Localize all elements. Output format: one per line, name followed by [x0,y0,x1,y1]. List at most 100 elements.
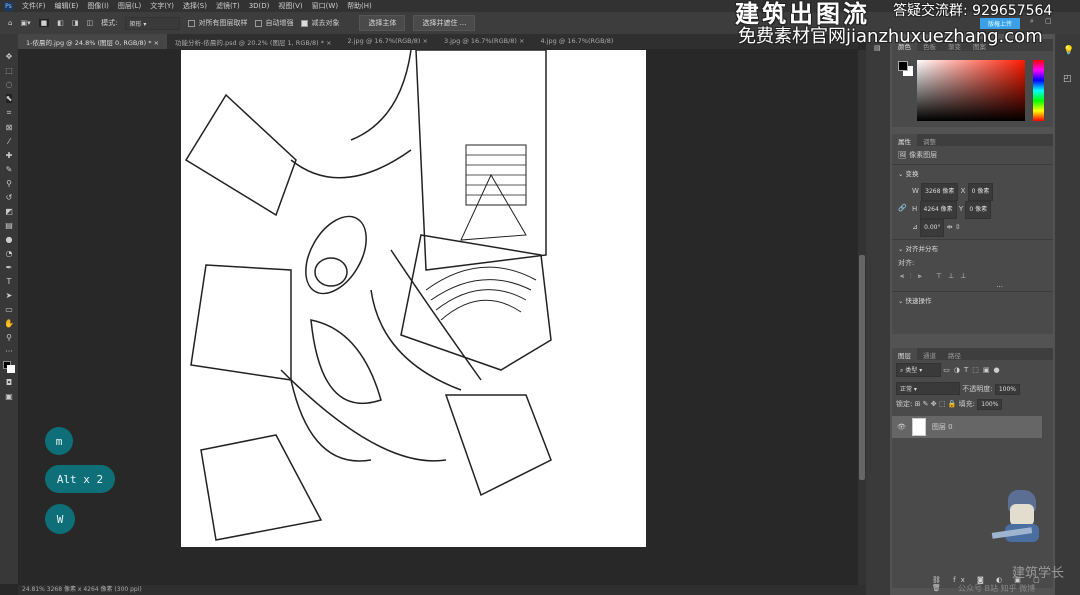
menu-3d[interactable]: 3D(D) [249,2,270,10]
brush-tool-icon[interactable]: ✎ [6,165,13,174]
x-field[interactable]: 0 像素 [967,183,994,201]
menu-select[interactable]: 选择(S) [183,1,207,11]
pixel-layer-icon: 🖼 [898,151,907,159]
link-icon[interactable]: 🔗 [898,201,907,215]
height-field[interactable]: 4264 像素 [919,201,957,219]
mode-select[interactable]: 矩形 ▾ [125,16,181,30]
document-canvas[interactable] [181,49,646,547]
stamp-tool-icon[interactable]: ⚲ [6,179,12,188]
screen-mode-icon[interactable]: ▣ [5,392,13,401]
scrollbar-thumb[interactable] [859,255,865,480]
fill-field[interactable]: 100% [977,399,1003,410]
layer-filter-select[interactable]: ⌕ 类型 ▾ [896,363,941,377]
width-field[interactable]: 3268 像素 [921,183,959,201]
intersect-selection-icon[interactable]: ◫ [86,19,93,27]
lock-icons[interactable]: ⊞ ✎ ✥ ⬚ 🔒 [915,400,957,408]
document-tabs: 1-侬晨的.jpg @ 24.8% (图层 0, RGB/8) * × 功能分析… [18,34,858,49]
menu-type[interactable]: 文字(Y) [150,1,174,11]
new-selection-icon[interactable]: ■ [38,19,50,27]
menu-view[interactable]: 视图(V) [278,1,302,11]
tab-document-2[interactable]: 功能分析-侬晨的.psd @ 20.2% (图层 1, RGB/8) * × [167,34,339,49]
watermark-corner-sub: 公众号 B站 知乎 微博 [958,584,1036,593]
tab-paths[interactable]: 路径 [942,348,967,360]
menu-window[interactable]: 窗口(W) [312,1,338,11]
color-field[interactable] [917,60,1025,121]
layer-name: 图层 0 [931,423,953,431]
tab-document-1[interactable]: 1-侬晨的.jpg @ 24.8% (图层 0, RGB/8) * × [18,34,168,49]
vertical-scrollbar[interactable] [858,50,866,585]
history-brush-icon[interactable]: ↺ [6,193,13,202]
lasso-tool-icon[interactable]: ◌ [6,80,13,89]
eraser-tool-icon[interactable]: ◩ [5,207,13,216]
color-panel: 颜色 色板 渐变 图案 [892,39,1053,127]
color-swatches-icon[interactable] [3,361,15,373]
hand-tool-icon[interactable]: ✋ [4,319,14,328]
tab-channels[interactable]: 通道 [917,348,942,360]
menu-help[interactable]: 帮助(H) [347,1,372,11]
more-options-icon[interactable]: ··· [892,283,1053,291]
crop-tool-icon[interactable]: ⌗ [7,108,12,118]
watermark-group: 答疑交流群: 929657564 [893,3,1053,19]
hue-slider[interactable] [1033,60,1044,121]
gradient-tool-icon[interactable]: ▤ [5,221,13,230]
more-tools-icon[interactable]: ··· [5,347,13,356]
dodge-tool-icon[interactable]: ◔ [6,249,13,258]
select-and-mask-button[interactable]: 选择并遮住 ... [413,15,476,31]
type-tool-icon[interactable]: T [7,277,12,286]
transform-section[interactable]: ⌄ 变换 [892,164,1053,181]
menu-image[interactable]: 图像(I) [87,1,109,11]
menu-file[interactable]: 文件(F) [22,1,46,11]
zoom-tool-icon[interactable]: ⚲ [6,333,12,342]
quick-mask-icon[interactable]: ◘ [6,378,12,387]
add-selection-icon[interactable]: ◧ [57,19,64,27]
move-tool-icon[interactable]: ✥ [6,52,13,61]
subtract-object-checkbox[interactable]: 减去对象 [301,18,339,28]
healing-tool-icon[interactable]: ✚ [6,151,13,160]
home-icon[interactable]: ⌂ [8,19,12,27]
sample-all-checkbox[interactable]: 对所有图层取样 [188,18,247,28]
quick-actions-section[interactable]: ⌄ 快速操作 [892,291,1053,308]
flip-horizontal-icon[interactable]: ⇹ [947,223,953,231]
blur-tool-icon[interactable]: ● [6,235,13,244]
tool-preset-icon[interactable]: ▣▾ [20,19,30,27]
auto-enhance-checkbox[interactable]: 自动增强 [255,18,293,28]
subtract-selection-icon[interactable]: ◨ [72,19,79,27]
marquee-tool-icon[interactable]: ⬚ [5,66,13,75]
align-buttons[interactable]: ⫷⫶⫸ ⊤⊥⊥ [892,270,1053,283]
y-field[interactable]: 0 像素 [965,201,992,219]
menu-filter[interactable]: 滤镜(T) [216,1,240,11]
tab-properties[interactable]: 属性 [892,134,917,146]
flip-vertical-icon[interactable]: ⇳ [955,223,961,231]
tab-layers[interactable]: 图层 [892,348,917,360]
floor-plan-drawing [184,49,552,541]
tab-document-5[interactable]: 4.jpg @ 16.7%(RGB/8) [532,34,621,49]
key-badge-m: m [45,427,73,455]
object-select-tool-icon[interactable]: ⬉ [5,94,13,103]
properties-panel: 属性 调整 🖼 像素图层 ⌄ 变换 🔗 W 3268 像素 X 0 像素 H 4… [892,134,1053,334]
opacity-field[interactable]: 100% [994,384,1020,395]
tab-adjustments[interactable]: 调整 [917,134,942,146]
select-subject-button[interactable]: 选择主体 [359,15,406,31]
blend-mode-select[interactable]: 正常 ▾ [896,382,960,395]
learn-icon[interactable]: 💡 [1063,46,1074,56]
filter-icons[interactable]: ▭◑T⬚▣● [943,366,1003,374]
eyedropper-tool-icon[interactable]: ⁄ [8,137,9,146]
tools-panel: ✥ ⬚ ◌ ⬉ ⌗ ⊠ ⁄ ✚ ✎ ⚲ ↺ ◩ ▤ ● ◔ ✒ T ➤ ▭ ✋ … [0,34,18,584]
visibility-eye-icon[interactable]: 👁 [897,423,906,431]
frame-tool-icon[interactable]: ⊠ [6,123,13,132]
angle-field[interactable]: 0.00° [920,219,945,237]
path-select-tool-icon[interactable]: ➤ [6,291,13,300]
tab-document-4[interactable]: 3.jpg @ 16.7%(RGB/8) × [436,34,532,49]
tab-document-3[interactable]: 2.jpg @ 16.7%(RGB/8) × [340,34,436,49]
pen-tool-icon[interactable]: ✒ [6,263,13,272]
align-section[interactable]: ⌄ 对齐并分布 [892,239,1053,256]
menu-layer[interactable]: 图层(L) [118,1,141,11]
shape-tool-icon[interactable]: ▭ [5,305,13,314]
layers-panel: 图层 通道 路径 ⌕ 类型 ▾ ▭◑T⬚▣● 正常 ▾ 不透明度: 100% 锁… [892,348,1053,592]
right-icons-column: 💡 ◰ [1055,34,1080,595]
libraries-icon[interactable]: ◰ [1063,74,1072,84]
layer-row[interactable]: 👁 图层 0 [892,416,1042,438]
key-badge-alt: Alt x 2 [45,465,115,493]
foreground-color-swatch[interactable] [898,61,908,71]
menu-edit[interactable]: 编辑(E) [55,1,79,11]
